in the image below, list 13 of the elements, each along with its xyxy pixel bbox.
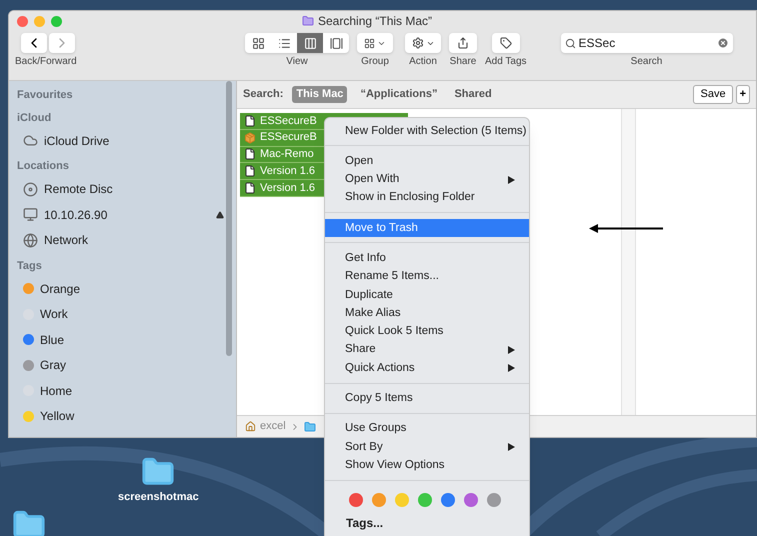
toolbar-label: Share: [450, 57, 476, 67]
toolbar-label: Back/Forward: [15, 57, 77, 67]
toolbar-label: Search: [630, 57, 662, 67]
sidebar-heading: Tags: [17, 258, 43, 274]
sidebar-heading: Favourites: [17, 88, 74, 103]
window-title: Searching “This Mac”: [318, 13, 432, 30]
sidebar-heading: iCloud: [17, 110, 52, 126]
toolbar-label: View: [286, 57, 308, 67]
toolbar-label: Group: [361, 57, 389, 67]
toolbar-label: Add Tags: [485, 57, 527, 67]
toolbar-label: Action: [409, 57, 437, 67]
sidebar-heading: Locations: [17, 159, 70, 174]
scope-label: Search:: [243, 87, 284, 102]
